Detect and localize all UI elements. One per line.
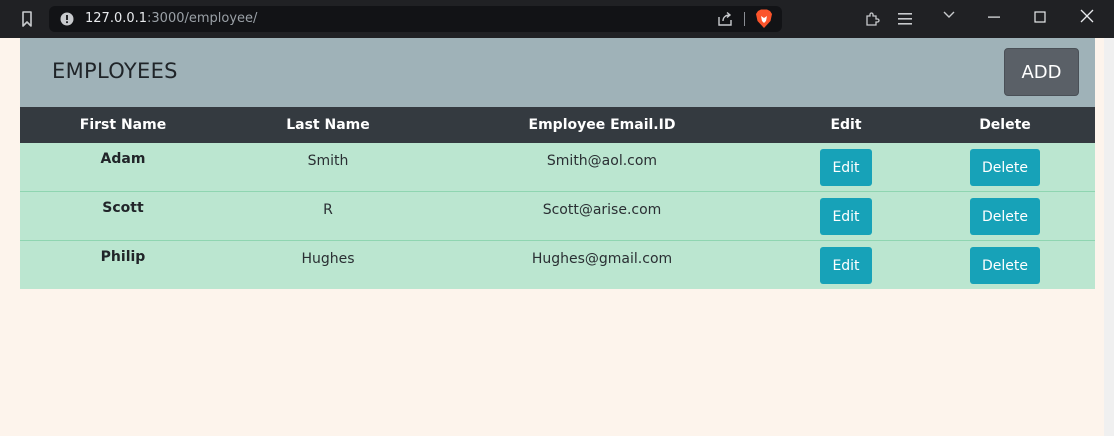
url-text[interactable]: 127.0.0.1:3000/employee/ — [85, 10, 257, 28]
email-cell: Scott@arise.com — [542, 202, 662, 218]
column-header-first-name: First Name — [79, 117, 167, 133]
minimize-icon[interactable] — [987, 10, 1001, 24]
last-name-cell: R — [323, 202, 333, 218]
maximize-icon[interactable] — [1033, 10, 1047, 24]
browser-toolbar: 127.0.0.1:3000/employee/ — [0, 0, 1114, 38]
add-employee-button[interactable]: ADD — [1004, 48, 1079, 96]
page-title: EMPLOYEES — [52, 59, 178, 83]
table-row: Scott R Scott@arise.com Edit Delete — [20, 192, 1095, 241]
first-name-cell: Philip — [100, 249, 146, 265]
delete-button[interactable]: Delete — [970, 149, 1040, 186]
tab-search-icon[interactable] — [942, 10, 956, 20]
url-divider — [744, 12, 745, 26]
extensions-icon[interactable] — [864, 11, 880, 27]
menu-icon[interactable] — [897, 12, 913, 26]
url-path: :3000/employee/ — [147, 11, 258, 26]
email-cell: Hughes@gmail.com — [531, 251, 673, 267]
table-row: Adam Smith Smith@aol.com Edit Delete — [20, 143, 1095, 192]
first-name-cell: Scott — [102, 200, 144, 216]
info-icon[interactable] — [60, 12, 74, 26]
page-header: EMPLOYEES ADD — [20, 38, 1095, 107]
email-cell: Smith@aol.com — [546, 153, 658, 169]
column-header-edit: Edit — [830, 117, 862, 133]
last-name-cell: Hughes — [301, 251, 355, 267]
scrollbar[interactable] — [1104, 38, 1114, 436]
last-name-cell: Smith — [307, 153, 349, 169]
table-header: First Name Last Name Employee Email.ID E… — [20, 107, 1095, 143]
bookmark-icon[interactable] — [20, 10, 34, 28]
edit-button[interactable]: Edit — [820, 198, 872, 235]
edit-button[interactable]: Edit — [820, 247, 872, 284]
close-icon[interactable] — [1080, 9, 1094, 23]
column-header-email: Employee Email.ID — [528, 117, 676, 133]
address-bar[interactable]: 127.0.0.1:3000/employee/ — [49, 6, 782, 32]
brave-lion-icon[interactable] — [755, 9, 773, 29]
first-name-cell: Adam — [100, 151, 146, 167]
delete-button[interactable]: Delete — [970, 198, 1040, 235]
share-icon[interactable] — [717, 11, 733, 27]
column-header-delete: Delete — [979, 117, 1031, 133]
column-header-last-name: Last Name — [286, 117, 370, 133]
delete-button[interactable]: Delete — [970, 247, 1040, 284]
table-row: Philip Hughes Hughes@gmail.com Edit Dele… — [20, 241, 1095, 289]
edit-button[interactable]: Edit — [820, 149, 872, 186]
url-host: 127.0.0.1 — [85, 11, 148, 26]
